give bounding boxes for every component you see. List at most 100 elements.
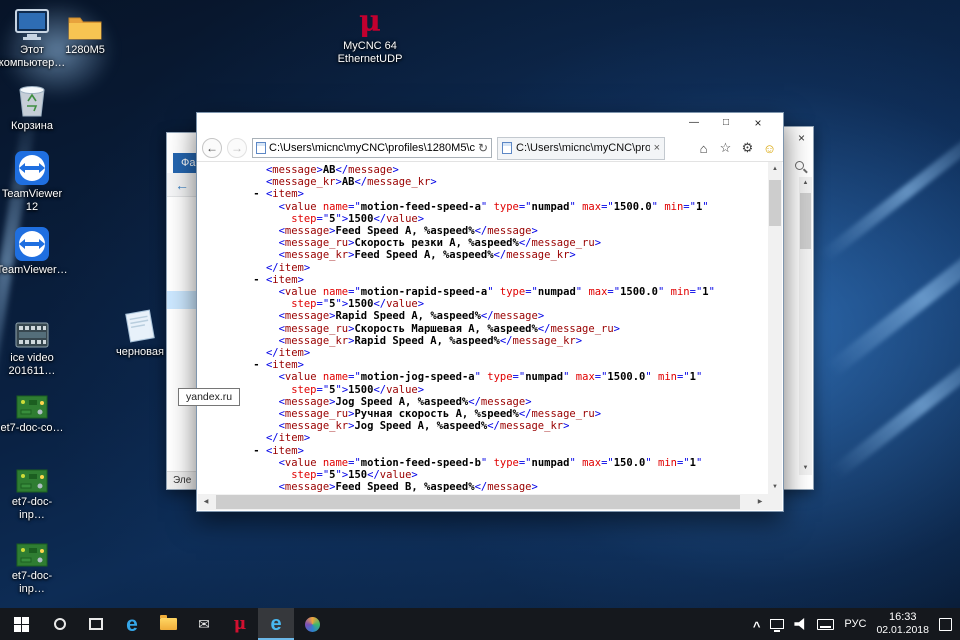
desktop-icon-recycle-bin[interactable]: Корзина <box>0 82 64 133</box>
xml-line: - <item> <box>228 188 768 200</box>
xml-line: <message_ru>Ручная скорость А, %speed%</… <box>228 408 768 420</box>
minimize-button[interactable]: — <box>679 113 709 135</box>
desktop-icon-ice-video[interactable]: ice video 201611… <box>0 314 64 377</box>
scroll-down-icon[interactable]: ▼ <box>799 462 812 475</box>
windows-logo-icon <box>14 617 29 632</box>
desktop-icon-teamviewer-12[interactable]: TeamViewer 12 <box>0 150 64 213</box>
video-icon <box>14 314 50 350</box>
desktop-icon-label: et7-doc-co… <box>1 422 64 435</box>
close-icon[interactable]: × <box>798 131 805 145</box>
vertical-scrollbar[interactable]: ▲ ▼ <box>768 162 782 494</box>
tab-close-icon[interactable]: × <box>654 142 660 154</box>
address-text[interactable]: C:\Users\micnc\myCNC\profiles\1280M5\cnc… <box>269 142 475 154</box>
xml-line: step="5">1500</value> <box>228 213 768 225</box>
scrollbar-thumb[interactable] <box>216 495 740 509</box>
wallpaper-beam <box>819 120 960 263</box>
home-icon[interactable]: ⌂ <box>695 141 712 156</box>
ie-window: — □ × ← → C:\Users\micnc\myCNC\profiles\… <box>196 112 784 512</box>
scrollbar[interactable]: ▲ ▼ <box>799 177 812 475</box>
scroll-up-icon[interactable]: ▲ <box>768 162 782 176</box>
desktop-icon-mycnc-ethernetudp[interactable]: μMyCNC 64 EthernetUDP <box>334 2 406 65</box>
search-icon[interactable] <box>795 161 804 170</box>
scroll-right-icon[interactable]: ▶ <box>752 494 768 510</box>
pc-icon <box>13 6 51 42</box>
xml-line: <value name="motion-rapid-speed-a" type=… <box>228 286 768 298</box>
xml-line: - <item> <box>228 274 768 286</box>
xml-line: step="5">1500</value> <box>228 384 768 396</box>
scroll-down-icon[interactable]: ▼ <box>768 480 782 494</box>
forward-button[interactable]: → <box>227 138 247 158</box>
back-icon[interactable]: ← <box>175 177 189 193</box>
scrollbar-thumb[interactable] <box>800 193 811 249</box>
xml-line: <message>AB</message> <box>228 164 768 176</box>
note-icon <box>119 308 161 344</box>
scrollbar-thumb[interactable] <box>769 180 781 226</box>
desktop-icon-teamviewer-2[interactable]: TeamViewer… <box>0 226 64 277</box>
folder-icon <box>160 618 177 630</box>
desktop-icon-et7-doc-co[interactable]: et7-doc-co… <box>0 384 64 435</box>
browser-tab[interactable]: C:\Users\micnc\myCNC\profi... × <box>497 137 665 160</box>
page-icon <box>502 142 512 154</box>
folder-icon <box>67 6 103 42</box>
favorites-star-icon[interactable]: ☆ <box>717 140 734 156</box>
action-center-icon[interactable] <box>939 618 952 631</box>
close-button[interactable]: × <box>743 113 773 135</box>
navigation-bar: ← → C:\Users\micnc\myCNC\profiles\1280M5… <box>197 135 783 162</box>
mail-taskbar-button[interactable]: ✉ <box>186 608 222 640</box>
address-bar[interactable]: C:\Users\micnc\myCNC\profiles\1280M5\cnc… <box>252 138 492 158</box>
touch-keyboard-icon[interactable] <box>817 619 834 630</box>
settings-gear-icon[interactable]: ⚙ <box>739 140 756 156</box>
start-button[interactable] <box>0 608 42 640</box>
refresh-icon[interactable]: ↻ <box>478 141 488 155</box>
maximize-button[interactable]: □ <box>711 113 741 135</box>
xml-line: <message_kr>Rapid Speed A, %aspeed%</mes… <box>228 335 768 347</box>
volume-icon[interactable] <box>794 618 807 630</box>
mu-icon: μ <box>353 2 387 38</box>
title-bar[interactable]: — □ × <box>197 113 783 135</box>
xml-line: <message_kr>AB</message_kr> <box>228 176 768 188</box>
mail-icon: ✉ <box>198 617 210 631</box>
desktop-icon-label: ice video 201611… <box>9 352 56 377</box>
clock[interactable]: 16:33 02.01.2018 <box>876 611 929 638</box>
back-button[interactable]: ← <box>202 138 222 158</box>
photos-taskbar-button[interactable] <box>294 608 330 640</box>
feedback-smiley-icon[interactable]: ☺ <box>761 141 778 156</box>
edge-taskbar-button[interactable]: e <box>114 608 150 640</box>
internet-explorer-taskbar-button-active[interactable]: e <box>258 608 294 640</box>
search-button[interactable] <box>42 608 78 640</box>
edge-icon: e <box>126 614 138 635</box>
teamviewer-icon <box>14 226 50 262</box>
desktop-icon-folder-1280m5[interactable]: 1280M5 <box>53 6 117 57</box>
xml-line: <value name="motion-feed-speed-a" type="… <box>228 201 768 213</box>
xml-line: step="5">1500</value> <box>228 298 768 310</box>
tab-title: C:\Users\micnc\myCNC\profi... <box>516 142 650 154</box>
task-view-icon <box>89 618 103 630</box>
xml-line: <message_kr>Feed Speed A, %aspeed%</mess… <box>228 249 768 261</box>
desktop-icon-label: et7-doc-inp… <box>0 496 64 521</box>
horizontal-scrollbar[interactable]: ◀ ▶ <box>198 494 768 510</box>
hidden-icons-chevron[interactable]: ^ <box>753 620 761 633</box>
xml-line: - <item> <box>228 445 768 457</box>
xml-line: <value name="motion-feed-speed-b" type="… <box>228 457 768 469</box>
desktop-icon-label: 1280M5 <box>65 44 105 57</box>
mycnc-taskbar-button[interactable]: μ <box>222 608 258 640</box>
xml-line: <message>Rapid Speed A, %aspeed%</messag… <box>228 310 768 322</box>
mycnc-mu-icon: μ <box>234 616 246 633</box>
desktop-icon-chernovaya[interactable]: черновая <box>108 308 172 359</box>
file-explorer-taskbar-button[interactable] <box>150 608 186 640</box>
photos-icon <box>305 617 320 632</box>
desktop-icon-et7-doc-inp-1[interactable]: et7-doc-inp… <box>0 458 64 521</box>
scrollbar-corner <box>768 494 782 510</box>
scroll-left-icon[interactable]: ◀ <box>198 494 214 510</box>
xml-line: </item> <box>228 347 768 359</box>
task-view-button[interactable] <box>78 608 114 640</box>
tooltip: yandex.ru <box>178 388 240 406</box>
scroll-up-icon[interactable]: ▲ <box>799 177 812 190</box>
board-icon <box>15 384 49 420</box>
desktop-icon-label: et7-doc-inp… <box>0 570 64 595</box>
network-icon[interactable] <box>770 619 784 629</box>
time: 16:33 <box>876 611 929 625</box>
xml-line: </item> <box>228 262 768 274</box>
desktop-icon-et7-doc-inp-2[interactable]: et7-doc-inp… <box>0 532 64 595</box>
language-indicator[interactable]: РУС <box>844 618 866 630</box>
